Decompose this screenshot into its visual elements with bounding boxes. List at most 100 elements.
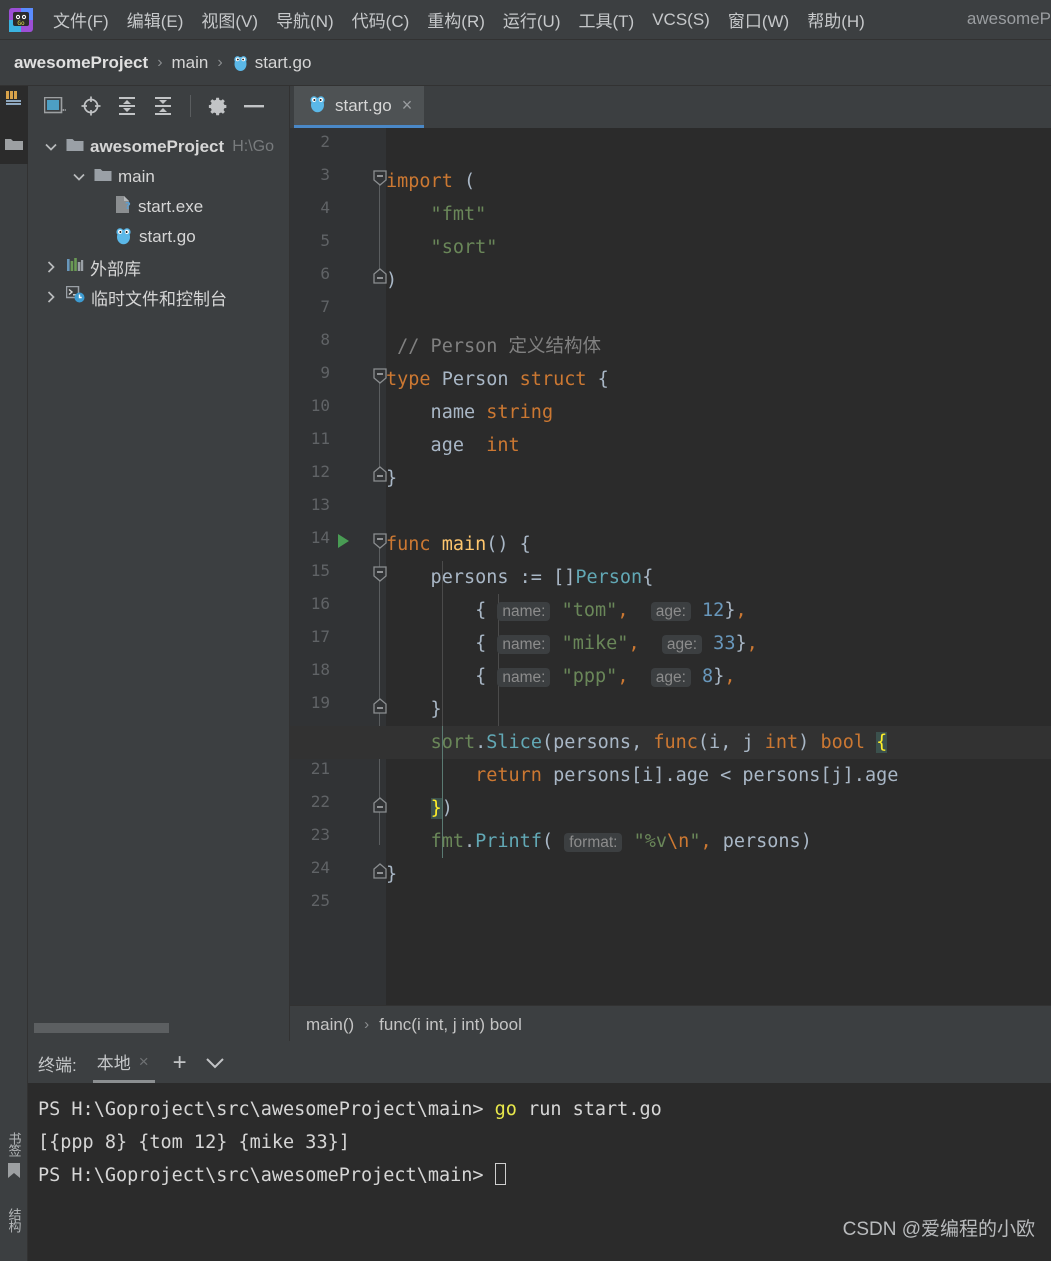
breadcrumb-folder[interactable]: main [172, 53, 209, 73]
menu-bar: Go 文件(F) 编辑(E) 视图(V) 导航(N) 代码(C) 重构(R) 运… [0, 0, 1051, 40]
fold-marker-open[interactable] [373, 368, 387, 382]
code-line-5[interactable]: "sort" [386, 231, 1051, 264]
menu-tools[interactable]: 工具(T) [570, 4, 644, 35]
tool-button-bookmarks[interactable]: 书签 [0, 1132, 28, 1185]
tree-node-start-exe[interactable]: ? start.exe [28, 192, 289, 222]
menu-help[interactable]: 帮助(H) [798, 4, 874, 35]
fold-marker-close[interactable] [373, 268, 387, 282]
tool-button-project[interactable]: 项目 [0, 86, 28, 164]
line-number: 8 [290, 330, 330, 349]
menu-vcs[interactable]: VCS(S) [643, 7, 719, 33]
close-icon[interactable]: × [139, 1052, 149, 1072]
code-line-18[interactable]: { name: "ppp", age: 8}, [386, 660, 1051, 693]
code-line-2[interactable] [386, 132, 1051, 165]
go-file-icon [114, 225, 133, 250]
project-panel-hscrollbar-thumb[interactable] [34, 1023, 169, 1033]
chevron-right-icon[interactable] [42, 261, 60, 273]
menu-refactor[interactable]: 重构(R) [418, 4, 494, 35]
code-line-21[interactable]: return persons[i].age < persons[j].age [386, 759, 1051, 792]
minus-icon [243, 103, 265, 109]
code-line-8[interactable]: // Person 定义结构体 [386, 330, 1051, 363]
code-content[interactable]: import ( "fmt" "sort" ) // Person 定义结构体 … [386, 128, 1051, 1005]
code-line-22[interactable]: }) [386, 792, 1051, 825]
fold-marker-open[interactable] [373, 533, 387, 547]
code-line-17[interactable]: { name: "mike", age: 33}, [386, 627, 1051, 660]
editor-breadcrumb-func[interactable]: main() [306, 1015, 354, 1035]
code-line-14[interactable]: func main() { [386, 528, 1051, 561]
tree-node-start-go[interactable]: start.go [28, 222, 289, 252]
chevron-down-icon[interactable] [205, 1053, 225, 1074]
code-line-25[interactable] [386, 891, 1051, 924]
chevron-right-icon[interactable] [42, 291, 60, 303]
code-line-15[interactable]: persons := []Person{ [386, 561, 1051, 594]
terminal-line-prompt: PS H:\Goproject\src\awesomeProject\main> [38, 1159, 1051, 1192]
fold-marker-open[interactable] [373, 170, 387, 184]
code-editor[interactable]: 2 3 4 5 6 7 8 9 10 11 12 13 14 15 16 17 … [290, 128, 1051, 1005]
editor-breadcrumb-closure[interactable]: func(i int, j int) bool [379, 1015, 522, 1035]
code-line-7[interactable] [386, 297, 1051, 330]
close-icon[interactable]: × [402, 95, 413, 116]
line-number: 6 [290, 264, 330, 283]
tool-button-structure[interactable]: 结构 [0, 1208, 28, 1232]
menu-window[interactable]: 窗口(W) [719, 4, 798, 35]
unknown-file-icon: ? [114, 195, 132, 219]
window-icon [44, 97, 66, 115]
tree-node-awesomeproject[interactable]: awesomeProject H:\Go [28, 132, 289, 162]
fold-marker-close[interactable] [373, 698, 387, 712]
toolbar-divider [190, 95, 191, 117]
fold-marker-close[interactable] [373, 466, 387, 480]
terminal-cursor [495, 1163, 506, 1185]
breadcrumb-file[interactable]: start.go [255, 53, 312, 73]
tab-start-go[interactable]: start.go × [294, 86, 424, 128]
code-line-9[interactable]: type Person struct { [386, 363, 1051, 396]
terminal-command-args: run start.go [517, 1099, 662, 1120]
chevron-down-icon[interactable] [70, 173, 88, 181]
code-line-24[interactable]: } [386, 858, 1051, 891]
settings-button[interactable] [205, 93, 231, 119]
menu-file[interactable]: 文件(F) [44, 4, 118, 35]
project-panel-hscrollbar[interactable] [34, 1023, 284, 1033]
menu-code[interactable]: 代码(C) [343, 4, 419, 35]
collapse-all-icon [153, 96, 173, 116]
code-line-3[interactable]: import ( [386, 165, 1051, 198]
code-line-23[interactable]: fmt.Printf( format: "%v\n", persons) [386, 825, 1051, 858]
tree-node-external-libraries[interactable]: 外部库 [28, 252, 289, 282]
line-number: 21 [290, 759, 330, 778]
hide-panel-button[interactable] [241, 93, 267, 119]
terminal-prompt: PS H:\Goproject\src\awesomeProject\main> [38, 1165, 495, 1186]
fold-marker-close[interactable] [373, 863, 387, 877]
menu-view[interactable]: 视图(V) [192, 4, 267, 35]
folder-icon [66, 137, 84, 157]
editor-gutter[interactable]: 2 3 4 5 6 7 8 9 10 11 12 13 14 15 16 17 … [290, 128, 386, 1005]
terminal-tab-label: 本地 [97, 1049, 131, 1074]
code-line-20[interactable]: sort.Slice(persons, func(i, j int) bool … [386, 726, 1051, 759]
tree-node-scratches-consoles[interactable]: 临时文件和控制台 [28, 282, 289, 312]
code-line-12[interactable]: } [386, 462, 1051, 495]
terminal-tab-local[interactable]: 本地 × [93, 1043, 155, 1083]
code-line-13[interactable] [386, 495, 1051, 528]
code-line-4[interactable]: "fmt" [386, 198, 1051, 231]
add-terminal-button[interactable]: + [173, 1051, 187, 1075]
line-number: 3 [290, 165, 330, 184]
run-main-button[interactable] [338, 534, 349, 548]
code-line-10[interactable]: name string [386, 396, 1051, 429]
line-number: 17 [290, 627, 330, 646]
menu-edit[interactable]: 编辑(E) [118, 4, 193, 35]
collapse-all-button[interactable] [150, 93, 176, 119]
code-line-11[interactable]: age int [386, 429, 1051, 462]
scroll-from-source-button[interactable] [78, 93, 104, 119]
project-panel: awesomeProject H:\Go main [28, 86, 290, 1041]
menu-navigate[interactable]: 导航(N) [267, 4, 343, 35]
select-opened-file-button[interactable] [42, 93, 68, 119]
breadcrumb-project[interactable]: awesomeProject [14, 53, 148, 73]
code-line-6[interactable]: ) [386, 264, 1051, 297]
gear-icon [208, 96, 229, 117]
fold-marker-open[interactable] [373, 566, 387, 580]
menu-run[interactable]: 运行(U) [494, 4, 570, 35]
tree-node-main[interactable]: main [28, 162, 289, 192]
chevron-down-icon[interactable] [42, 143, 60, 151]
fold-marker-close[interactable] [373, 797, 387, 811]
code-line-19[interactable]: } [386, 693, 1051, 726]
expand-all-button[interactable] [114, 93, 140, 119]
code-line-16[interactable]: { name: "tom", age: 12}, [386, 594, 1051, 627]
